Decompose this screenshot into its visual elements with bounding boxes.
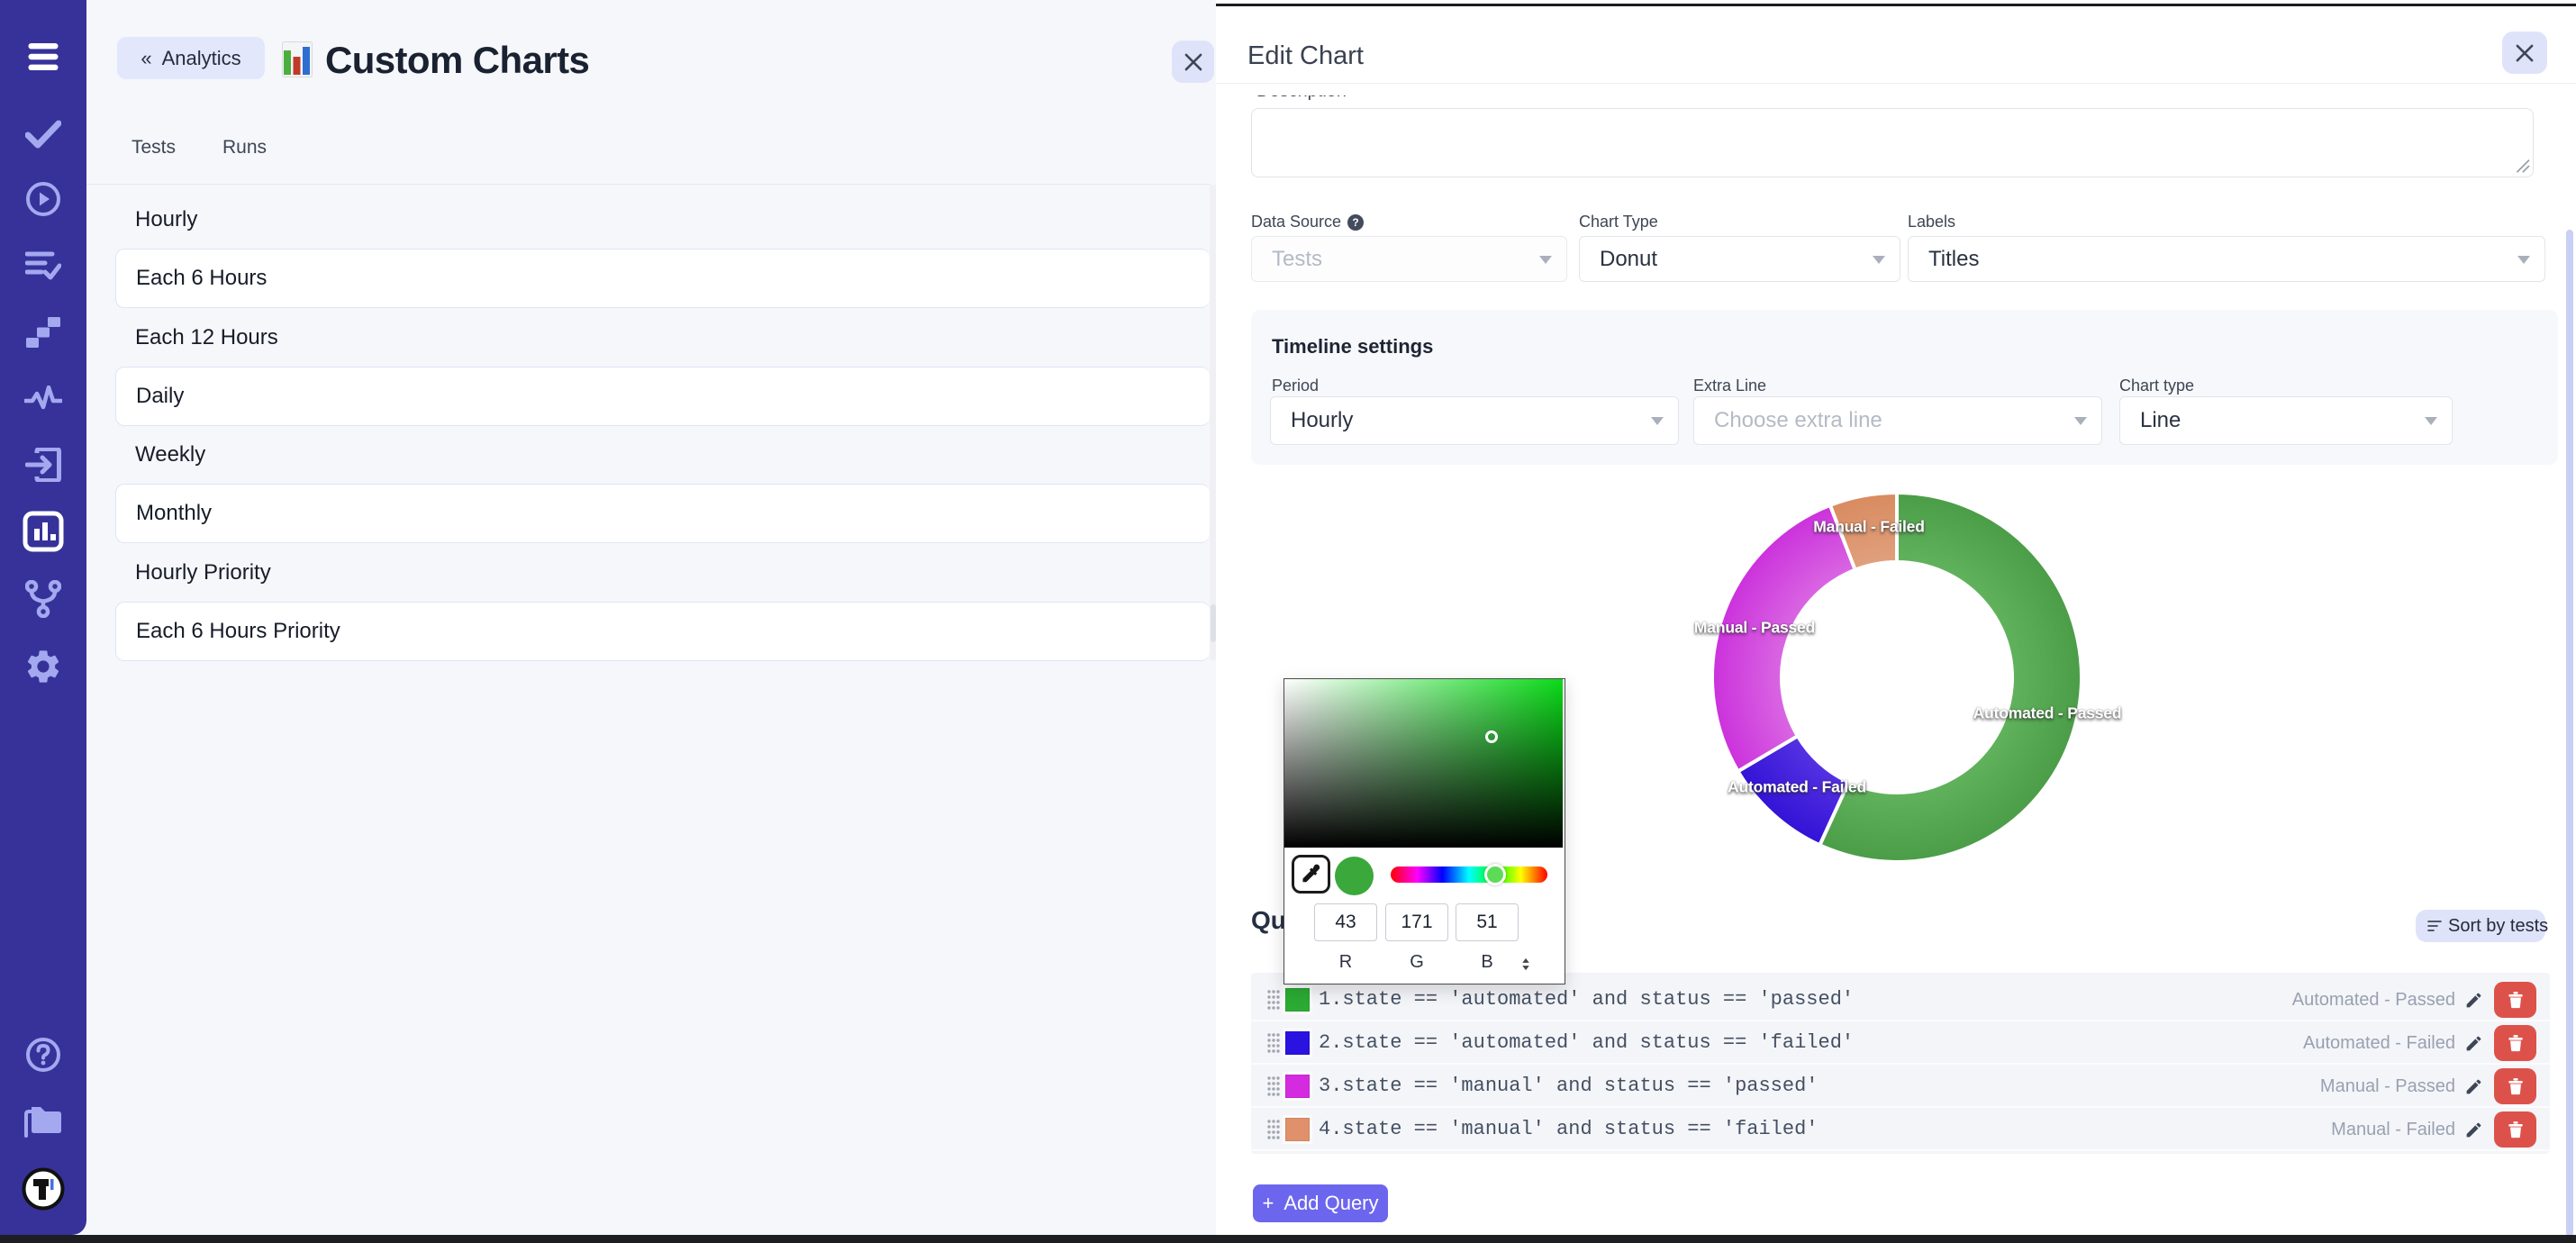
svg-text:?: ?: [1352, 216, 1358, 229]
